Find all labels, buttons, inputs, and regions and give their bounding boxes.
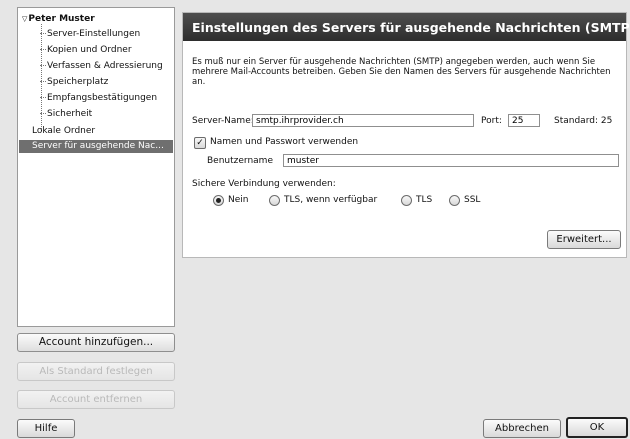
radio-secure-tls-if-available[interactable] [269, 195, 280, 206]
account-tree[interactable]: ▽Peter Muster Server-Einstellungen Kopie… [17, 7, 175, 327]
tree-branch-tick [40, 65, 46, 66]
tree-branch-tick [40, 113, 46, 114]
radio-secure-ssl-label: SSL [464, 195, 481, 205]
tree-item-composition[interactable]: Verfassen & Adressierung [40, 61, 163, 71]
panel-title: Einstellungen des Servers für ausgehende… [192, 20, 630, 35]
ok-button[interactable]: OK [566, 417, 628, 438]
tree-item-label: Server-Einstellungen [47, 29, 141, 39]
username-input[interactable] [283, 154, 619, 167]
port-input[interactable] [508, 114, 540, 127]
server-name-label: Server-Name: [192, 116, 254, 126]
radio-secure-none[interactable] [213, 195, 224, 206]
tree-branch-tick [40, 49, 46, 50]
username-label: Benutzername [207, 156, 273, 166]
tree-item-outgoing-server[interactable]: Server für ausgehende Nac... [19, 140, 173, 153]
tree-item-disk-space[interactable]: Speicherplatz [40, 77, 108, 87]
secure-connection-label: Sichere Verbindung verwenden: [192, 179, 336, 189]
server-name-input[interactable] [252, 114, 474, 127]
tree-item-account[interactable]: ▽Peter Muster [22, 14, 95, 24]
tree-item-label: Server für ausgehende Nac... [32, 141, 164, 151]
panel-description: Es muß nur ein Server für ausgehende Nac… [192, 57, 611, 87]
radio-secure-none-label: Nein [228, 195, 249, 205]
tree-branch-tick [40, 33, 46, 34]
tree-item-account-label: Peter Muster [28, 14, 95, 24]
tree-branch-tick [40, 81, 46, 82]
advanced-button[interactable]: Erweitert... [547, 230, 621, 249]
auth-checkbox-label: Namen und Passwort verwenden [210, 137, 359, 147]
tree-item-label: Sicherheit [47, 109, 93, 119]
tree-item-label: Empfangsbestätigungen [47, 93, 158, 103]
tree-branch-tick [40, 97, 46, 98]
radio-secure-tls[interactable] [401, 195, 412, 206]
tree-item-receipts[interactable]: Empfangsbestätigungen [40, 93, 157, 103]
default-port-label: Standard: 25 [554, 116, 613, 126]
tree-item-label: Speicherplatz [47, 77, 109, 87]
cancel-button[interactable]: Abbrechen [483, 419, 561, 438]
tree-item-server-settings[interactable]: Server-Einstellungen [40, 29, 140, 39]
add-account-button[interactable]: Account hinzufügen... [17, 333, 175, 352]
tree-item-label: Lokale Ordner [32, 126, 96, 136]
smtp-settings-panel: Einstellungen des Servers für ausgehende… [182, 12, 630, 258]
radio-secure-tls-if-available-label: TLS, wenn verfügbar [284, 195, 378, 205]
tree-item-label: Verfassen & Adressierung [47, 61, 163, 71]
port-label: Port: [481, 116, 502, 126]
radio-secure-ssl[interactable] [449, 195, 460, 206]
remove-account-button[interactable]: Account entfernen [17, 390, 175, 409]
checkmark-icon: ✓ [196, 138, 204, 148]
radio-secure-tls-label: TLS [416, 195, 433, 205]
tree-item-copies-folders[interactable]: Kopien und Ordner [40, 45, 132, 55]
tree-item-security[interactable]: Sicherheit [40, 109, 92, 119]
set-default-account-button[interactable]: Als Standard festlegen [17, 362, 175, 381]
tree-item-label: Kopien und Ordner [47, 45, 132, 55]
disclosure-triangle-icon[interactable]: ▽ [22, 15, 27, 23]
tree-item-local-folders[interactable]: Lokale Ordner [32, 126, 95, 136]
auth-checkbox[interactable]: ✓ [194, 137, 206, 149]
help-button[interactable]: Hilfe [17, 419, 75, 438]
panel-header: Einstellungen des Servers für ausgehende… [183, 13, 630, 41]
